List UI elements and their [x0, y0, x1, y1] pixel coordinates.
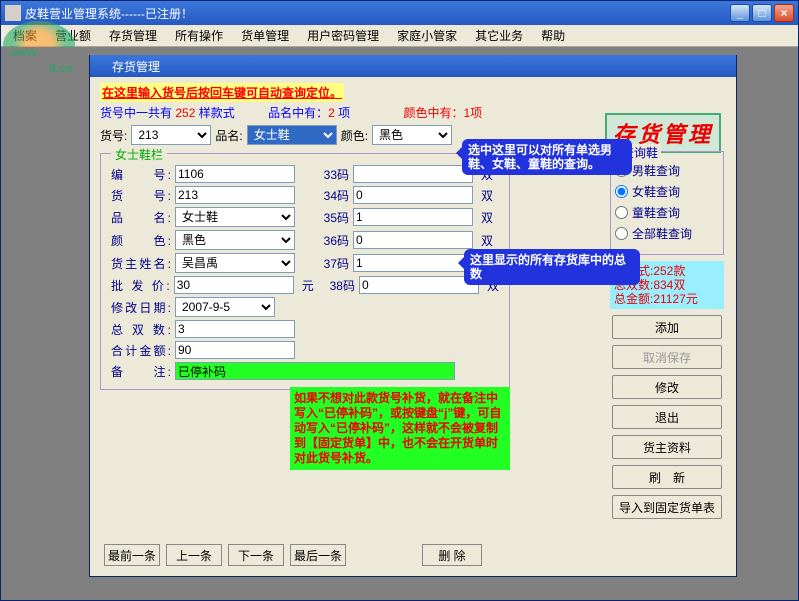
menu-inventory[interactable]: 存货管理 — [101, 25, 165, 46]
huohao-input[interactable] — [175, 186, 295, 204]
prev-button[interactable]: 上一条 — [166, 544, 222, 566]
form-fieldset: 女士鞋栏 编 号: 33码 双 货 号: 34码 双 — [100, 153, 510, 390]
inventory-dialog: 存货管理 在这里输入货号后按回车键可自动查询定位。 货号中一共有 252 样款式… — [89, 55, 737, 577]
size35-input[interactable] — [353, 208, 473, 226]
last-button[interactable]: 最后一条 — [290, 544, 346, 566]
close-button[interactable]: × — [774, 4, 794, 22]
pifa-input[interactable] — [174, 276, 294, 294]
callout-totals: 这里显示的所有存货库中的总数 — [464, 249, 640, 285]
app-icon — [5, 5, 21, 21]
bianhao-input[interactable] — [175, 165, 295, 183]
beizhu-input[interactable] — [175, 362, 455, 380]
huohao-label: 货号: — [100, 127, 127, 144]
dialog-title: 存货管理 — [112, 58, 160, 75]
radio-female[interactable]: 女鞋查询 — [615, 183, 719, 200]
radio-all[interactable]: 全部鞋查询 — [615, 225, 719, 242]
huohao-select[interactable]: 213 — [131, 125, 211, 145]
mdi-area: 存货管理 在这里输入货号后按回车键可自动查询定位。 货号中一共有 252 样款式… — [1, 47, 798, 600]
owner-button[interactable]: 货主资料 — [612, 435, 722, 459]
pinming-input[interactable]: 女士鞋 — [175, 207, 295, 227]
next-button[interactable]: 下一条 — [228, 544, 284, 566]
cancel-save-button[interactable]: 取消保存 — [612, 345, 722, 369]
dialog-titlebar: 存货管理 — [90, 55, 736, 77]
menu-allops[interactable]: 所有操作 — [167, 25, 231, 46]
size34-input[interactable] — [353, 186, 473, 204]
titlebar: 皮鞋营业管理系统------已注册！ _ □ × — [1, 1, 798, 25]
menu-help[interactable]: 帮助 — [533, 25, 573, 46]
menubar: 档案 营业额 存货管理 所有操作 货单管理 用户密码管理 家庭小管家 其它业务 … — [1, 25, 798, 47]
edit-button[interactable]: 修改 — [612, 375, 722, 399]
radio-child[interactable]: 童鞋查询 — [615, 204, 719, 221]
yanse-label: 颜色: — [341, 127, 368, 144]
menu-household[interactable]: 家庭小管家 — [389, 25, 465, 46]
xiugai-input[interactable]: 2007-9-5 — [175, 297, 275, 317]
watermark-text: www9.cn — [9, 43, 73, 75]
yanse-select[interactable]: 黑色 — [372, 125, 452, 145]
main-window: 皮鞋营业管理系统------已注册！ _ □ × 档案 营业额 存货管理 所有操… — [0, 0, 799, 601]
huozhu-input[interactable]: 吴昌禹 — [175, 253, 295, 273]
fieldset-legend: 女士鞋栏 — [111, 146, 167, 163]
minimize-button[interactable]: _ — [730, 4, 750, 22]
pinming-select[interactable]: 女士鞋 — [247, 125, 337, 145]
size33-input[interactable] — [353, 165, 473, 183]
delete-button[interactable]: 删 除 — [422, 544, 482, 566]
heji-input[interactable] — [175, 341, 295, 359]
pinming-label: 品名: — [215, 127, 242, 144]
exit-button[interactable]: 退出 — [612, 405, 722, 429]
record-nav: 最前一条 上一条 下一条 最后一条 删 除 — [104, 544, 482, 566]
zongshuang-input[interactable] — [175, 320, 295, 338]
top-hint: 在这里输入货号后按回车键可自动查询定位。 — [100, 83, 344, 102]
refresh-button[interactable]: 刷 新 — [612, 465, 722, 489]
dialog-icon — [94, 59, 108, 73]
menu-other[interactable]: 其它业务 — [467, 25, 531, 46]
size38-input[interactable] — [359, 276, 479, 294]
yanse-input[interactable]: 黑色 — [175, 230, 295, 250]
menu-password[interactable]: 用户密码管理 — [299, 25, 387, 46]
add-button[interactable]: 添加 — [612, 315, 722, 339]
green-note: 如果不想对此款货号补货，就在备注中写入“已停补码”，或按键盘“j”键，可自动写入… — [290, 387, 510, 470]
right-panel: 查询鞋 男鞋查询 女鞋查询 童鞋查询 全部鞋查询 总款式:252款 总双数:83… — [610, 151, 724, 525]
app-title: 皮鞋营业管理系统------已注册！ — [25, 5, 193, 22]
maximize-button[interactable]: □ — [752, 4, 772, 22]
export-button[interactable]: 导入到固定货单表 — [612, 495, 722, 519]
menu-order[interactable]: 货单管理 — [233, 25, 297, 46]
first-button[interactable]: 最前一条 — [104, 544, 160, 566]
callout-query: 选中这里可以对所有单选男鞋、女鞋、童鞋的查询。 — [462, 139, 632, 175]
size36-input[interactable] — [353, 231, 473, 249]
